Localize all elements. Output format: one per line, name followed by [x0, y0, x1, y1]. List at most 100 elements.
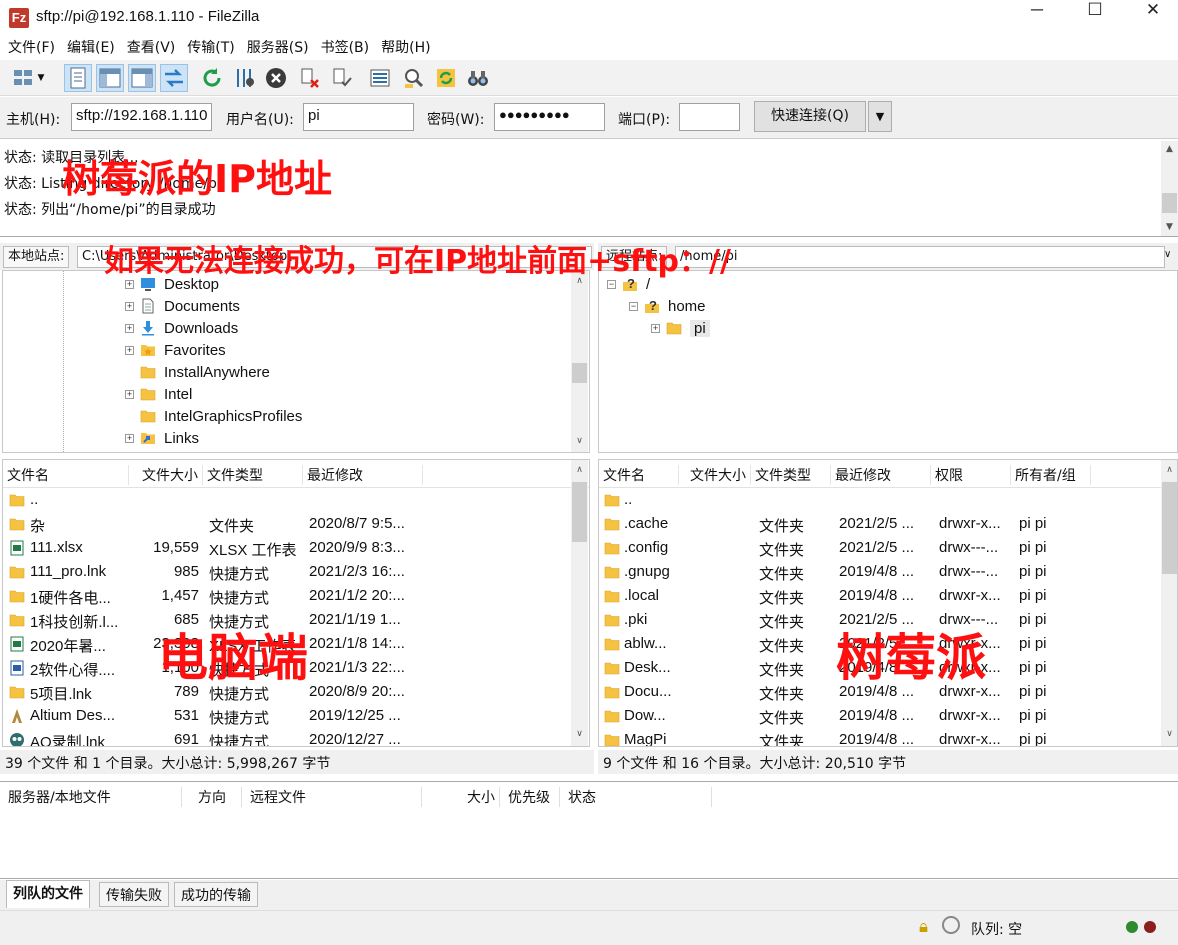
- speed-limit-icon[interactable]: [942, 916, 960, 934]
- table-row[interactable]: .local 文件夹 2019/4/8 ... drwxr-x... pi pi: [599, 584, 1177, 608]
- expand-icon[interactable]: +: [651, 323, 660, 333]
- maximize-button[interactable]: ☐: [1066, 0, 1124, 34]
- table-row[interactable]: .gnupg 文件夹 2019/4/8 ... drwx---... pi pi: [599, 560, 1177, 584]
- queue-header-remote-file[interactable]: 远程文件: [242, 787, 422, 807]
- tree-node-links[interactable]: + Links: [125, 427, 199, 449]
- scroll-up-icon[interactable]: ▲: [1161, 141, 1178, 158]
- reconnect-button[interactable]: [328, 64, 356, 92]
- table-row[interactable]: Dow... 文件夹 2019/4/8 ... drwxr-x... pi pi: [599, 704, 1177, 728]
- site-manager-button[interactable]: ▼: [4, 64, 52, 92]
- tree-node-home[interactable]: −? home: [629, 295, 706, 317]
- tree-node-intelgraphicsprofiles[interactable]: IntelGraphicsProfiles: [125, 405, 302, 427]
- port-input[interactable]: [679, 103, 740, 131]
- tree-node-downloads[interactable]: + Downloads: [125, 317, 238, 339]
- expand-icon[interactable]: +: [125, 279, 134, 289]
- menu-item[interactable]: 文件(F): [2, 36, 61, 60]
- expand-icon[interactable]: +: [125, 345, 134, 355]
- scroll-thumb[interactable]: [1162, 193, 1177, 213]
- queue-header-direction[interactable]: 方向: [182, 787, 242, 807]
- queue-header-server-local-file[interactable]: 服务器/本地文件: [0, 787, 182, 807]
- menu-item[interactable]: 编辑(E): [61, 36, 121, 60]
- scroll-thumb[interactable]: [572, 363, 587, 383]
- queue-header-priority[interactable]: 优先级: [500, 787, 560, 807]
- menu-item[interactable]: 书签(B): [315, 36, 376, 60]
- toggle-local-tree-button[interactable]: [96, 64, 124, 92]
- expand-icon[interactable]: +: [125, 301, 134, 311]
- toggle-remote-tree-button[interactable]: [128, 64, 156, 92]
- column-header-modified[interactable]: 最近修改: [831, 465, 931, 485]
- collapse-icon[interactable]: −: [607, 279, 616, 289]
- tree-node-documents[interactable]: + Documents: [125, 295, 240, 317]
- synchronized-browsing-button[interactable]: [432, 64, 460, 92]
- remote-status: 9 个文件 和 16 个目录。大小总计: 20,510 字节: [598, 750, 1178, 774]
- tab-successful-transfers[interactable]: 成功的传输: [174, 882, 258, 907]
- table-row[interactable]: .cache 文件夹 2021/2/5 ... drwxr-x... pi pi: [599, 512, 1177, 536]
- username-input[interactable]: pi: [303, 103, 414, 131]
- table-row[interactable]: ..: [599, 488, 1177, 512]
- password-input[interactable]: ●●●●●●●●●: [494, 103, 605, 131]
- cell-type: 文件夹: [759, 734, 805, 747]
- table-row[interactable]: .config 文件夹 2021/2/5 ... drwx---... pi pi: [599, 536, 1177, 560]
- column-header-filetype[interactable]: 文件类型: [203, 465, 303, 485]
- cancel-operation-button[interactable]: [262, 64, 290, 92]
- scroll-up-icon[interactable]: ∧: [1161, 462, 1177, 479]
- tree-node-installanywhere[interactable]: InstallAnywhere: [125, 361, 270, 383]
- process-queue-button[interactable]: [230, 64, 258, 92]
- directory-comparison-button[interactable]: [400, 64, 428, 92]
- column-header-owner[interactable]: 所有者/组: [1011, 465, 1091, 485]
- disconnect-button[interactable]: [296, 64, 324, 92]
- toggle-queue-button[interactable]: [160, 64, 188, 92]
- remote-path-input[interactable]: /home/pi: [675, 246, 1165, 268]
- expand-icon[interactable]: +: [125, 389, 134, 399]
- table-row[interactable]: ..: [3, 488, 589, 512]
- search-remote-files-button[interactable]: [464, 64, 492, 92]
- table-row[interactable]: Altium Des... 531 快捷方式 2019/12/25 ...: [3, 704, 589, 728]
- annotation-pc: 电脑端: [158, 629, 308, 687]
- column-header-filetype[interactable]: 文件类型: [751, 465, 831, 485]
- menu-item[interactable]: 传输(T): [181, 36, 240, 60]
- host-input[interactable]: sftp://192.168.1.110: [71, 103, 212, 131]
- table-row[interactable]: 111.xlsx 19,559 XLSX 工作表 2020/9/9 8:3...: [3, 536, 589, 560]
- menu-item[interactable]: 帮助(H): [375, 36, 436, 60]
- tab-queued-files[interactable]: 列队的文件: [6, 880, 90, 908]
- quickconnect-history-dropdown[interactable]: ▼: [868, 101, 892, 132]
- menu-item[interactable]: 查看(V): [121, 36, 182, 60]
- folder-icon: [604, 564, 620, 580]
- queue-header-size[interactable]: 大小: [422, 787, 500, 807]
- folder-icon: [604, 492, 620, 508]
- column-header-permissions[interactable]: 权限: [931, 465, 1011, 485]
- toggle-log-button[interactable]: [64, 64, 92, 92]
- table-row[interactable]: 1硬件各电... 1,457 快捷方式 2021/1/2 20:...: [3, 584, 589, 608]
- quickconnect-button[interactable]: 快速连接(Q): [754, 101, 866, 132]
- folder-icon: [140, 364, 156, 380]
- refresh-button[interactable]: [198, 64, 226, 92]
- chevron-down-icon[interactable]: ∨: [1164, 249, 1171, 260]
- close-button[interactable]: ✕: [1124, 0, 1178, 34]
- scroll-down-icon[interactable]: ▼: [1161, 219, 1178, 236]
- table-row[interactable]: AQ录制.lnk 691 快捷方式 2020/12/27 ...: [3, 728, 589, 746]
- local-tree-scrollbar[interactable]: ∧ ∨: [571, 271, 588, 452]
- tree-node-intel[interactable]: + Intel: [125, 383, 192, 405]
- log-scrollbar[interactable]: ▲ ▼: [1161, 141, 1178, 236]
- scroll-up-icon[interactable]: ∧: [571, 462, 588, 479]
- column-header-filename[interactable]: 文件名: [599, 465, 679, 485]
- menu-item[interactable]: 服务器(S): [241, 36, 315, 60]
- tab-failed-transfers[interactable]: 传输失败: [99, 882, 169, 907]
- cell-size: 985: [173, 563, 199, 580]
- expand-icon[interactable]: +: [125, 323, 134, 333]
- queue-header-status[interactable]: 状态: [560, 787, 712, 807]
- table-row[interactable]: 杂 文件夹 2020/8/7 9:5...: [3, 512, 589, 536]
- table-row[interactable]: 111_pro.lnk 985 快捷方式 2021/2/3 16:...: [3, 560, 589, 584]
- minimize-button[interactable]: ─: [1008, 0, 1066, 34]
- column-header-filename[interactable]: 文件名: [3, 465, 129, 485]
- column-header-filesize[interactable]: 文件大小: [129, 465, 203, 485]
- table-row[interactable]: MagPi 文件夹 2019/4/8 ... drwxr-x... pi pi: [599, 728, 1177, 747]
- scroll-down-icon[interactable]: ∨: [571, 433, 588, 450]
- tree-node-favorites[interactable]: + Favorites: [125, 339, 226, 361]
- expand-icon[interactable]: +: [125, 433, 134, 443]
- collapse-icon[interactable]: −: [629, 301, 638, 311]
- tree-node-pi[interactable]: + pi: [651, 317, 710, 339]
- column-header-filesize[interactable]: 文件大小: [679, 465, 751, 485]
- directory-listing-filter-button[interactable]: [366, 64, 394, 92]
- column-header-modified[interactable]: 最近修改: [303, 465, 423, 485]
